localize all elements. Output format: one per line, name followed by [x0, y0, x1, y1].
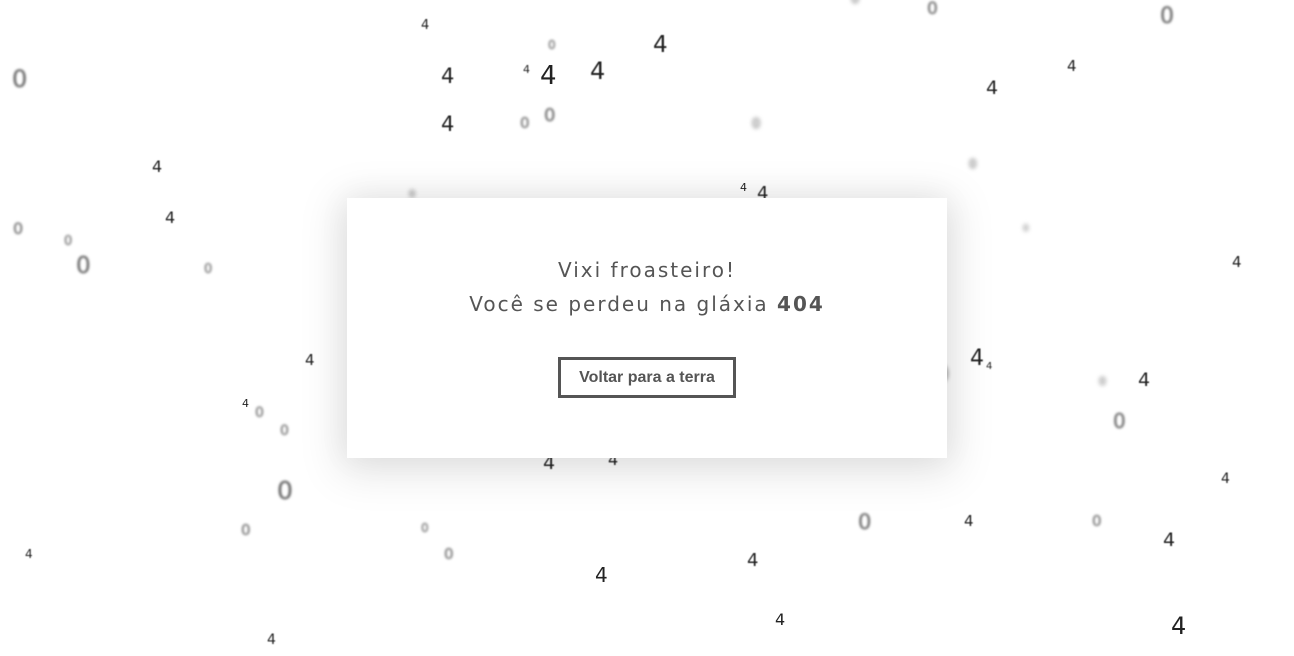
- floating-four-glyph: 4: [242, 397, 249, 410]
- floating-four-glyph: 4: [421, 18, 430, 33]
- floating-zero-glyph: 0: [1113, 409, 1126, 433]
- floating-four-glyph: 4: [964, 512, 974, 530]
- floating-four-glyph: 4: [775, 610, 786, 629]
- floating-zero-glyph: 0: [1092, 512, 1102, 530]
- floating-four-glyph: 4: [1163, 529, 1176, 551]
- floating-zero-glyph: 0: [421, 521, 429, 535]
- floating-zero-glyph: 0: [752, 117, 761, 132]
- floating-four-glyph: 4: [267, 632, 276, 648]
- floating-four-glyph: 4: [1067, 57, 1077, 75]
- floating-four-glyph: 4: [653, 32, 668, 58]
- error-code: 404: [777, 292, 825, 316]
- floating-four-glyph: 4: [523, 63, 530, 76]
- floating-four-glyph: 4: [740, 181, 747, 194]
- floating-four-glyph: 4: [595, 563, 608, 587]
- error-heading: Vixi froasteiro!: [557, 258, 737, 282]
- floating-four-glyph: 4: [1171, 612, 1187, 640]
- floating-zero-glyph: 0: [76, 253, 91, 279]
- floating-zero-glyph: 0: [12, 65, 28, 93]
- floating-four-glyph: 4: [986, 77, 999, 99]
- back-to-earth-button[interactable]: Voltar para a terra: [558, 357, 736, 398]
- floating-zero-glyph: 0: [444, 545, 454, 563]
- floating-zero-glyph: 0: [1099, 375, 1106, 388]
- floating-four-glyph: 4: [305, 351, 315, 369]
- floating-zero-glyph: 0: [277, 476, 293, 505]
- floating-zero-glyph: 0: [204, 262, 213, 277]
- floating-zero-glyph: 0: [969, 157, 977, 171]
- floating-four-glyph: 4: [1221, 471, 1230, 487]
- floating-zero-glyph: 0: [927, 0, 938, 19]
- floating-zero-glyph: 0: [851, 0, 859, 6]
- floating-four-glyph: 4: [1138, 369, 1151, 391]
- floating-four-glyph: 4: [747, 550, 759, 571]
- floating-zero-glyph: 0: [548, 38, 556, 52]
- floating-zero-glyph: 0: [13, 219, 24, 238]
- floating-zero-glyph: 0: [1160, 4, 1174, 29]
- floating-four-glyph: 4: [970, 346, 984, 371]
- error-card: Vixi froasteiro! Você se perdeu na gláxi…: [347, 198, 947, 458]
- floating-zero-glyph: 0: [544, 105, 556, 126]
- floating-four-glyph: 4: [590, 57, 606, 85]
- floating-zero-glyph: 0: [255, 405, 264, 421]
- floating-zero-glyph: 0: [241, 521, 251, 539]
- error-subheading: Você se perdeu na gláxia 404: [347, 291, 947, 317]
- floating-four-glyph: 4: [25, 547, 33, 561]
- floating-zero-glyph: 0: [858, 510, 872, 534]
- error-subheading-text: Você se perdeu na gláxia: [469, 292, 778, 316]
- floating-four-glyph: 4: [441, 64, 455, 88]
- floating-four-glyph: 4: [441, 112, 455, 136]
- floating-four-glyph: 4: [165, 208, 176, 227]
- floating-zero-glyph: 0: [520, 114, 530, 132]
- floating-zero-glyph: 0: [64, 234, 73, 249]
- floating-zero-glyph: 0: [280, 423, 289, 439]
- floating-four-glyph: 4: [986, 361, 993, 372]
- floating-four-glyph: 4: [152, 157, 163, 176]
- floating-four-glyph: 4: [540, 61, 557, 91]
- floating-zero-glyph: 0: [1023, 224, 1029, 234]
- floating-four-glyph: 4: [1232, 253, 1242, 271]
